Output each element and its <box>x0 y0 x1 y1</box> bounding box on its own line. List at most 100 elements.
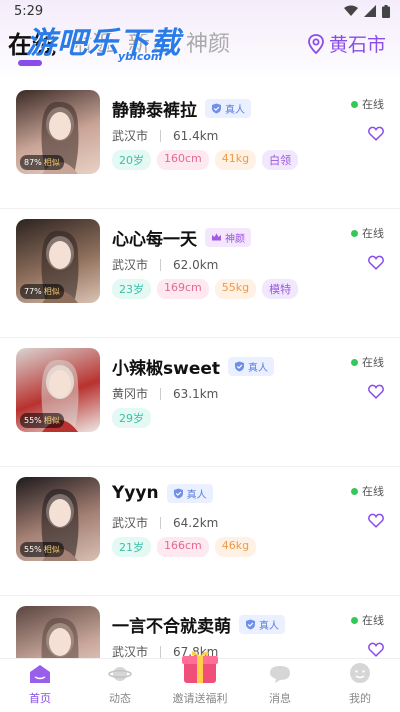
heart-icon[interactable] <box>368 642 384 657</box>
user-card[interactable]: 55% 相似 小辣椒sweet 真人黄冈市 63.1km 29岁 在线 <box>0 338 400 467</box>
user-list: 87% 相似 静静泰裤拉 真人 武汉市 61.4km 20岁 160cm 41kg 白领 在线 77%… <box>0 80 400 712</box>
message-icon <box>269 664 291 687</box>
shield-check-icon <box>212 103 221 114</box>
tag-height: 166cm <box>157 537 209 557</box>
user-name[interactable]: 静静泰裤拉 <box>112 96 197 121</box>
user-city: 黄冈市 <box>112 387 149 401</box>
similarity-label: 相似 <box>43 416 60 425</box>
planet-icon <box>108 664 132 687</box>
tag-height: 160cm <box>157 150 209 170</box>
similarity-label: 相似 <box>43 545 60 554</box>
tag-list: 21岁 166cm 46kg <box>112 537 257 557</box>
tag-list: 29岁 <box>112 408 151 428</box>
similarity-badge: 55% 相似 <box>20 413 64 428</box>
shield-check-icon <box>173 488 183 498</box>
user-photo[interactable]: 87% 相似 <box>16 90 100 174</box>
online-status: 在线 <box>351 96 384 112</box>
nav-profile[interactable]: 我的 <box>320 659 400 712</box>
city-label: 黄石市 <box>328 34 386 56</box>
shield-check-icon <box>246 619 255 630</box>
tag-age: 29岁 <box>112 408 151 428</box>
goddess-badge: 神颜 <box>205 228 251 247</box>
online-label: 在线 <box>362 485 384 498</box>
verified-badge: 真人 <box>239 615 285 634</box>
user-distance: 61.4km <box>173 128 219 143</box>
name-row: 心心每一天 神颜 <box>112 225 251 250</box>
watermark-sub: yblcom <box>118 50 163 63</box>
divider <box>160 258 162 271</box>
heart-icon[interactable] <box>368 384 384 399</box>
gift-icon <box>180 647 220 688</box>
verified-badge: 真人 <box>166 483 213 503</box>
online-label: 在线 <box>362 227 384 240</box>
user-photo[interactable]: 77% 相似 <box>16 219 100 303</box>
user-distance: 63.1km <box>173 386 219 401</box>
user-card[interactable]: 87% 相似 静静泰裤拉 真人 武汉市 61.4km 20岁 160cm 41kg 白领 在线 <box>0 80 400 209</box>
tag-age: 21岁 <box>112 537 151 557</box>
online-label: 在线 <box>362 98 384 111</box>
location-row: 武汉市 62.0km <box>112 256 218 273</box>
nav-label: 邀请送福利 <box>172 692 228 705</box>
tag-list: 23岁 169cm 55kg 模特 <box>112 279 299 299</box>
user-name[interactable]: 心心每一天 <box>112 225 197 250</box>
shield-check-icon <box>235 361 245 372</box>
tag-weight: 46kg <box>214 537 257 557</box>
nav-label: 我的 <box>349 692 371 705</box>
name-row: 一言不合就卖萌 真人 <box>112 612 285 637</box>
online-dot <box>351 229 358 237</box>
nav-planet[interactable]: 动态 <box>80 659 160 712</box>
verified-badge: 真人 <box>228 357 275 376</box>
user-name[interactable]: Yyyn <box>112 483 159 503</box>
user-card[interactable]: 77% 相似 心心每一天 神颜 武汉市 62.0km 23岁 169cm 55kg 模特 在线 <box>0 209 400 338</box>
online-status: 在线 <box>351 612 384 628</box>
tag-age: 23岁 <box>112 279 151 299</box>
name-row: 静静泰裤拉 真人 <box>112 96 251 121</box>
online-status: 在线 <box>351 354 384 370</box>
city-selector[interactable]: 黄石市 <box>307 30 386 57</box>
user-city: 武汉市 <box>112 129 149 143</box>
user-photo[interactable]: 55% 相似 <box>16 477 100 561</box>
badge-label: 真人 <box>225 105 245 116</box>
similarity-percent: 77% <box>24 287 42 296</box>
user-name[interactable]: 小辣椒sweet <box>112 354 220 379</box>
similarity-label: 相似 <box>43 287 60 296</box>
badge-label: 真人 <box>186 489 207 501</box>
name-row: 小辣椒sweet 真人 <box>112 354 275 379</box>
tag-weight: 55kg <box>214 279 257 299</box>
user-photo[interactable]: 55% 相似 <box>16 348 100 432</box>
online-dot <box>351 100 358 108</box>
online-dot <box>351 358 358 366</box>
online-dot <box>351 487 358 495</box>
similarity-percent: 55% <box>24 545 42 554</box>
name-row: Yyyn 真人 <box>112 483 213 503</box>
divider <box>160 516 162 529</box>
nav-gift[interactable]: 邀请送福利 <box>160 651 240 712</box>
divider <box>160 387 162 400</box>
wifi-icon <box>344 5 358 16</box>
badge-label: 神颜 <box>225 234 245 245</box>
bottom-nav: 首页 动态 邀请送福利 消息 我的 <box>0 651 400 712</box>
profile-icon <box>349 662 371 687</box>
user-city: 武汉市 <box>112 516 149 530</box>
heart-icon[interactable] <box>368 513 384 528</box>
online-label: 在线 <box>362 356 384 369</box>
similarity-percent: 55% <box>24 416 42 425</box>
heart-icon[interactable] <box>368 126 384 141</box>
user-card[interactable]: 55% 相似 Yyyn 真人武汉市 64.2km 21岁 166cm 46kg 在线 <box>0 467 400 596</box>
nav-label: 动态 <box>109 692 131 705</box>
similarity-label: 相似 <box>43 158 60 167</box>
nav-home[interactable]: 首页 <box>0 659 80 712</box>
home-icon <box>29 664 51 687</box>
crown-icon <box>212 233 221 241</box>
user-city: 武汉市 <box>112 258 149 272</box>
status-bar: 5:29 <box>0 0 400 22</box>
nav-message[interactable]: 消息 <box>240 659 320 712</box>
online-dot <box>351 616 358 624</box>
heart-icon[interactable] <box>368 255 384 270</box>
location-row: 武汉市 61.4km <box>112 127 218 144</box>
divider <box>160 645 162 658</box>
location-row: 武汉市 64.2km <box>112 514 218 531</box>
battery-icon <box>382 4 390 18</box>
tab-3[interactable]: 神颜 <box>186 30 230 60</box>
user-name[interactable]: 一言不合就卖萌 <box>112 612 231 637</box>
